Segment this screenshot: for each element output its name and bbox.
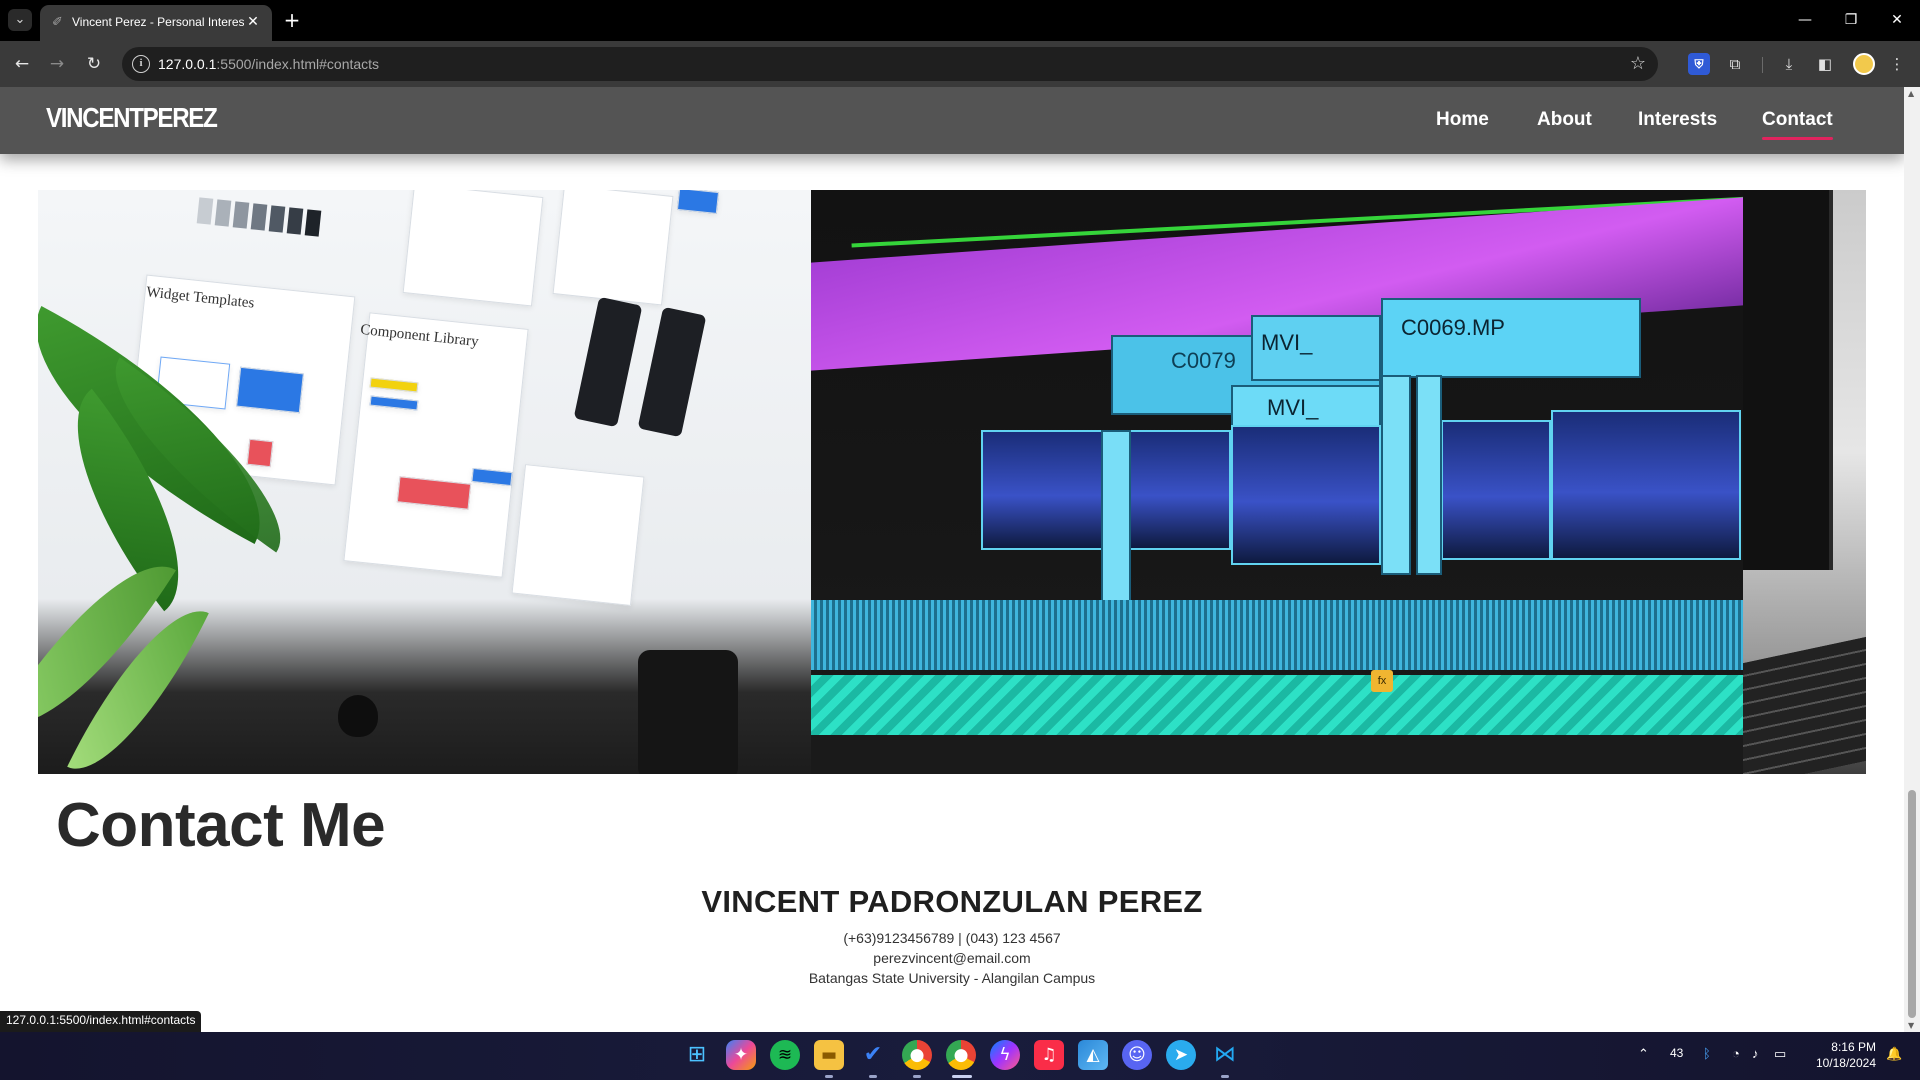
telegram-icon[interactable]: ➤ bbox=[1166, 1040, 1196, 1070]
chrome-profile-icon[interactable]: ● bbox=[946, 1040, 976, 1070]
site-info-icon[interactable]: i bbox=[132, 55, 150, 73]
clip-label-4: MVI_ bbox=[1267, 395, 1319, 420]
address-url: 127.0.0.1:5500/index.html#contacts bbox=[158, 56, 380, 72]
nav-about[interactable]: About bbox=[1537, 109, 1592, 131]
side-panel-icon[interactable]: ◧ bbox=[1814, 53, 1836, 75]
laptop-photo bbox=[1743, 190, 1866, 774]
spotify-icon[interactable]: ≋ bbox=[770, 1040, 800, 1070]
bluetooth-icon[interactable]: ᛒ bbox=[1703, 1046, 1711, 1061]
site-navbar: VINCENTPEREZ Home About Interests Contac… bbox=[0, 87, 1904, 154]
clock-date: 10/18/2024 bbox=[1815, 1056, 1876, 1070]
browser-tab-strip: ⌄ ✐ Vincent Perez - Personal Interests ✕… bbox=[0, 0, 1920, 41]
copilot-icon[interactable]: ✦ bbox=[726, 1040, 756, 1070]
extension-shield-icon[interactable]: ⛨ bbox=[1688, 53, 1710, 75]
nav-interests[interactable]: Interests bbox=[1638, 109, 1717, 131]
contact-heading: Contact Me bbox=[56, 791, 386, 860]
browser-tab-active[interactable]: ✐ Vincent Perez - Personal Interests ✕ bbox=[40, 5, 272, 41]
tab-search-button[interactable]: ⌄ bbox=[8, 9, 32, 31]
toolbar-divider bbox=[1762, 57, 1763, 73]
show-hidden-icons-chevron-icon[interactable]: ⌃ bbox=[1638, 1046, 1649, 1062]
extensions-puzzle-icon[interactable]: ⧉ bbox=[1724, 53, 1746, 75]
new-tab-button[interactable]: + bbox=[281, 9, 303, 31]
tab-title: Vincent Perez - Personal Interests bbox=[72, 15, 244, 29]
address-bar[interactable]: i 127.0.0.1:5500/index.html#contacts ☆ bbox=[122, 47, 1658, 81]
battery-icon[interactable]: ▭ bbox=[1774, 1046, 1786, 1062]
contact-full-name: VINCENT PADRONZULAN PEREZ bbox=[701, 884, 1203, 919]
messenger-icon[interactable]: ϟ bbox=[990, 1040, 1020, 1070]
scrollbar-thumb[interactable] bbox=[1908, 790, 1916, 1018]
nav-home[interactable]: Home bbox=[1436, 109, 1489, 131]
taskbar-clock[interactable]: 8:16 PM 10/18/2024 bbox=[1812, 1039, 1876, 1071]
apple-music-icon[interactable]: ♫ bbox=[1034, 1040, 1064, 1070]
browser-toolbar: ← → ↻ i 127.0.0.1:5500/index.html#contac… bbox=[0, 41, 1920, 87]
notifications-bell-icon[interactable]: 🔔 bbox=[1886, 1046, 1902, 1062]
contact-banner-images: Widget Templates Component Library C0079… bbox=[38, 190, 1866, 774]
volume-icon[interactable]: ♪ bbox=[1752, 1046, 1759, 1061]
photos-icon[interactable]: ◭ bbox=[1078, 1040, 1108, 1070]
clip-label-2: MVI_ bbox=[1261, 330, 1313, 355]
wifi-icon[interactable]: ◔ bbox=[1732, 1046, 1740, 1061]
downloads-icon[interactable]: ⤓ bbox=[1778, 53, 1800, 75]
tab-close-icon[interactable]: ✕ bbox=[244, 13, 262, 31]
scroll-up-arrow-icon[interactable]: ▲ bbox=[1908, 89, 1914, 98]
restore-button[interactable]: ❐ bbox=[1828, 0, 1874, 41]
vscode-icon[interactable]: ⋈ bbox=[1210, 1040, 1240, 1070]
forward-button[interactable]: → bbox=[45, 52, 69, 76]
clock-time: 8:16 PM bbox=[1831, 1040, 1876, 1054]
nav-contact[interactable]: Contact bbox=[1762, 109, 1833, 140]
windows-taskbar: ⊞ ✦ ≋ ▬ ✔ ● ● ϟ ♫ ◭ ☺ ➤ ⋈ ⌃ 43 ᛒ ◔ ♪ ▭ 8… bbox=[0, 1032, 1920, 1080]
back-button[interactable]: ← bbox=[10, 52, 34, 76]
file-explorer-icon[interactable]: ▬ bbox=[814, 1040, 844, 1070]
close-window-button[interactable]: ✕ bbox=[1874, 0, 1920, 41]
windows-start-icon[interactable]: ⊞ bbox=[682, 1040, 712, 1070]
video-editing-photo: C0079 MVI_ C0069.MP MVI_ fx bbox=[811, 190, 1743, 774]
contact-phone-numbers: (+63)9123456789 | (043) 123 4567 bbox=[843, 930, 1061, 946]
bookmark-star-icon[interactable]: ☆ bbox=[1630, 53, 1646, 74]
tab-favicon-icon: ✐ bbox=[52, 15, 63, 30]
todo-check-icon[interactable]: ✔ bbox=[858, 1040, 888, 1070]
fx-effect-icon: fx bbox=[1371, 670, 1393, 692]
reload-button[interactable]: ↻ bbox=[82, 52, 106, 76]
clip-label-1: C0079 bbox=[1171, 348, 1236, 373]
phone-silhouette bbox=[638, 650, 738, 774]
chevron-down-icon: ⌄ bbox=[14, 12, 26, 27]
link-status-bubble: 127.0.0.1:5500/index.html#contacts bbox=[0, 1011, 202, 1032]
ui-design-photo: Widget Templates Component Library bbox=[38, 190, 811, 774]
weather-temperature[interactable]: 43 bbox=[1670, 1046, 1683, 1060]
page-viewport: VINCENTPEREZ Home About Interests Contac… bbox=[0, 87, 1904, 1032]
profile-avatar[interactable] bbox=[1853, 53, 1875, 75]
apple-logo-icon bbox=[338, 695, 378, 737]
page-scrollbar[interactable]: ▲ ▼ bbox=[1904, 87, 1920, 1032]
chrome-icon[interactable]: ● bbox=[902, 1040, 932, 1070]
contact-address: Batangas State University - Alangilan Ca… bbox=[808, 970, 1096, 986]
discord-icon[interactable]: ☺ bbox=[1122, 1040, 1152, 1070]
minimize-button[interactable]: — bbox=[1782, 0, 1828, 41]
scroll-down-arrow-icon[interactable]: ▼ bbox=[1908, 1021, 1914, 1030]
site-logo[interactable]: VINCENTPEREZ bbox=[46, 102, 218, 134]
contact-email: perezvincent@email.com bbox=[873, 950, 1031, 966]
more-menu-icon[interactable]: ⋮ bbox=[1886, 53, 1908, 75]
clip-label-3: C0069.MP bbox=[1401, 315, 1505, 340]
